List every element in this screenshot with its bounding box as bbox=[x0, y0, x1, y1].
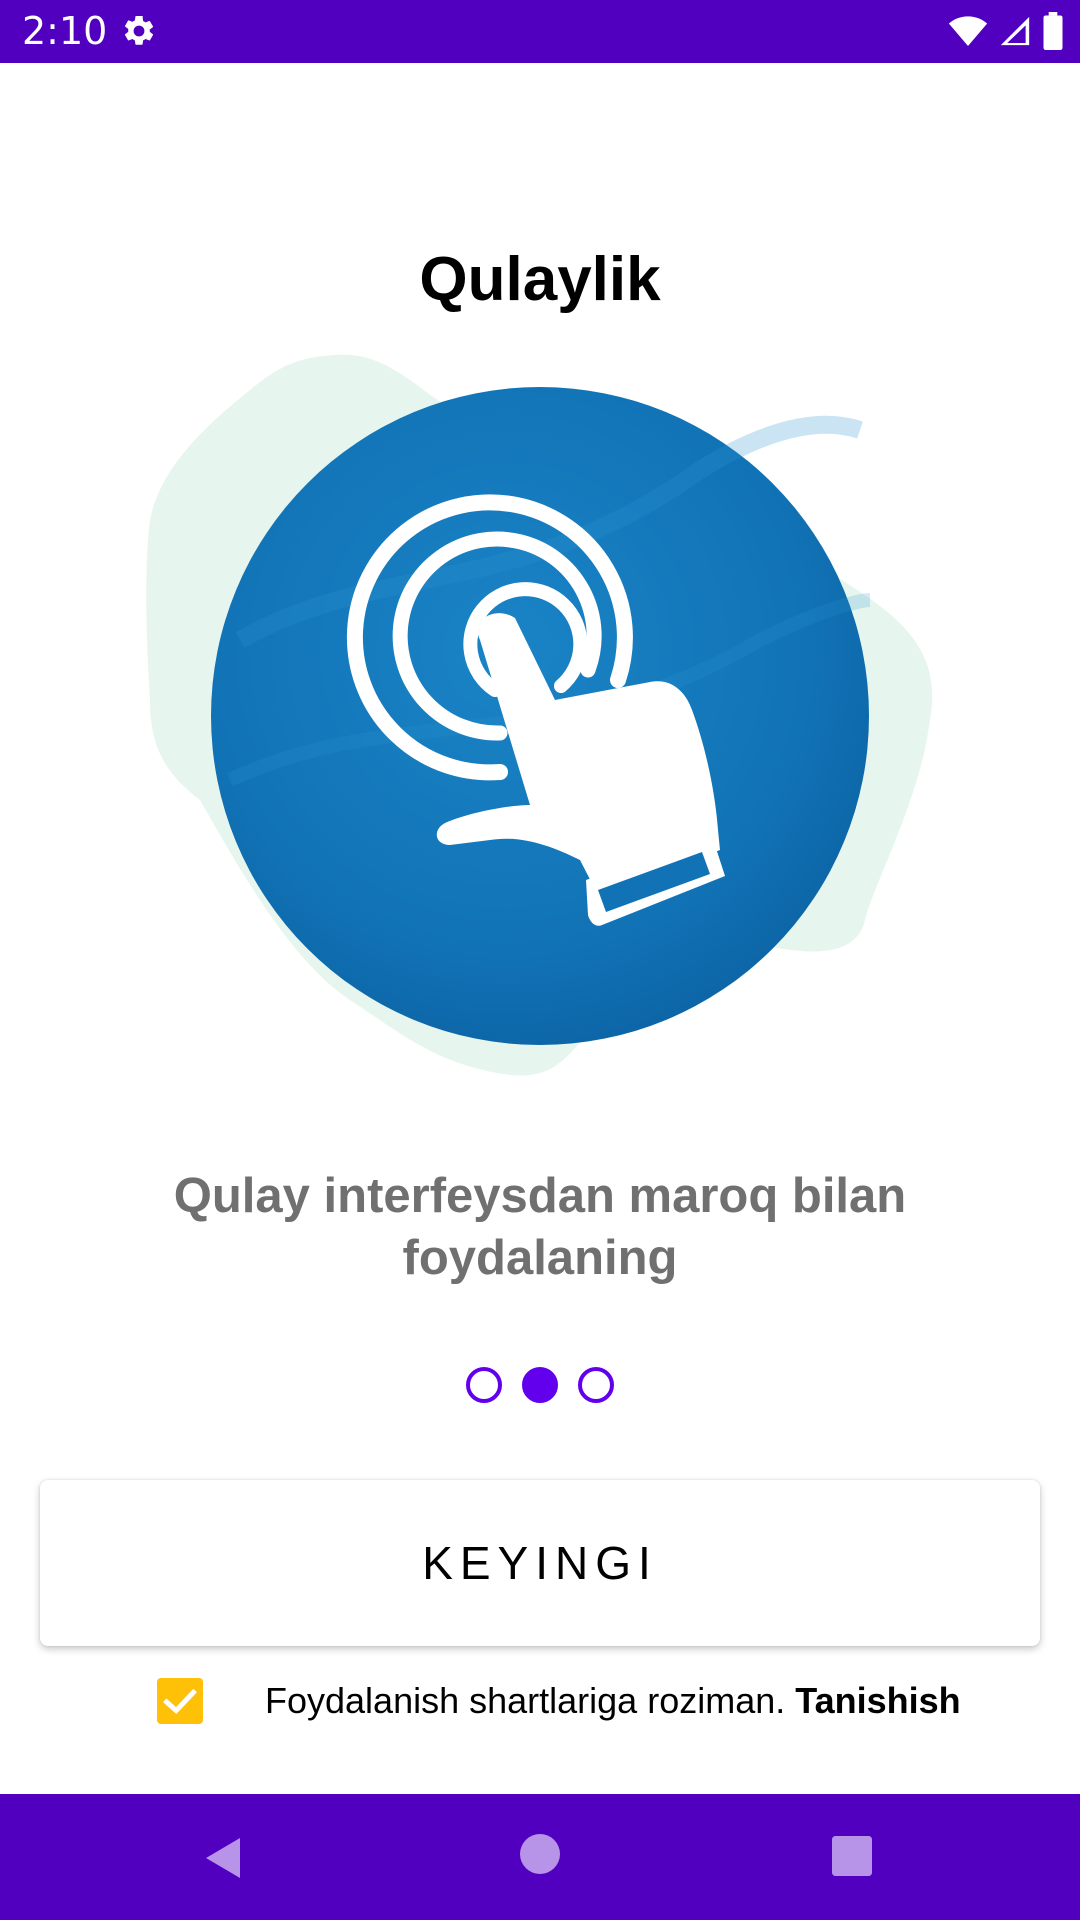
terms-link[interactable]: Tanishish bbox=[795, 1680, 960, 1721]
back-triangle-icon[interactable] bbox=[200, 1834, 248, 1882]
next-button[interactable]: KEYINGI bbox=[40, 1480, 1040, 1646]
cell-signal-icon bbox=[1000, 16, 1030, 46]
page-dot-3[interactable] bbox=[578, 1367, 614, 1403]
navigation-bar bbox=[0, 1794, 1080, 1920]
page-dot-2[interactable] bbox=[522, 1367, 558, 1403]
terms-row: Foydalanish shartlariga roziman. Tanishi… bbox=[0, 1676, 1080, 1726]
status-icons bbox=[948, 12, 1064, 50]
wifi-icon bbox=[948, 16, 988, 46]
page-title: Qulaylik bbox=[419, 245, 661, 314]
page-indicator bbox=[0, 1367, 1080, 1403]
checkmark-icon bbox=[163, 1688, 197, 1715]
page-dot-1[interactable] bbox=[466, 1367, 502, 1403]
terms-label: Foydalanish shartlariga roziman. bbox=[265, 1680, 796, 1721]
gear-icon bbox=[124, 15, 154, 45]
recent-apps-square-icon[interactable] bbox=[832, 1836, 872, 1876]
onboarding-illustration bbox=[146, 354, 933, 1076]
terms-checkbox[interactable] bbox=[157, 1678, 203, 1724]
status-time: 2:10 bbox=[22, 9, 108, 53]
onboarding-description: Qulay interfeysdan maroq bilan foydalani… bbox=[173, 1169, 907, 1285]
battery-icon bbox=[1043, 12, 1063, 50]
status-bar: 2:10 bbox=[0, 0, 1080, 63]
terms-text: Foydalanish shartlariga roziman. Tanishi… bbox=[265, 1676, 961, 1726]
home-circle-icon[interactable] bbox=[520, 1834, 560, 1874]
